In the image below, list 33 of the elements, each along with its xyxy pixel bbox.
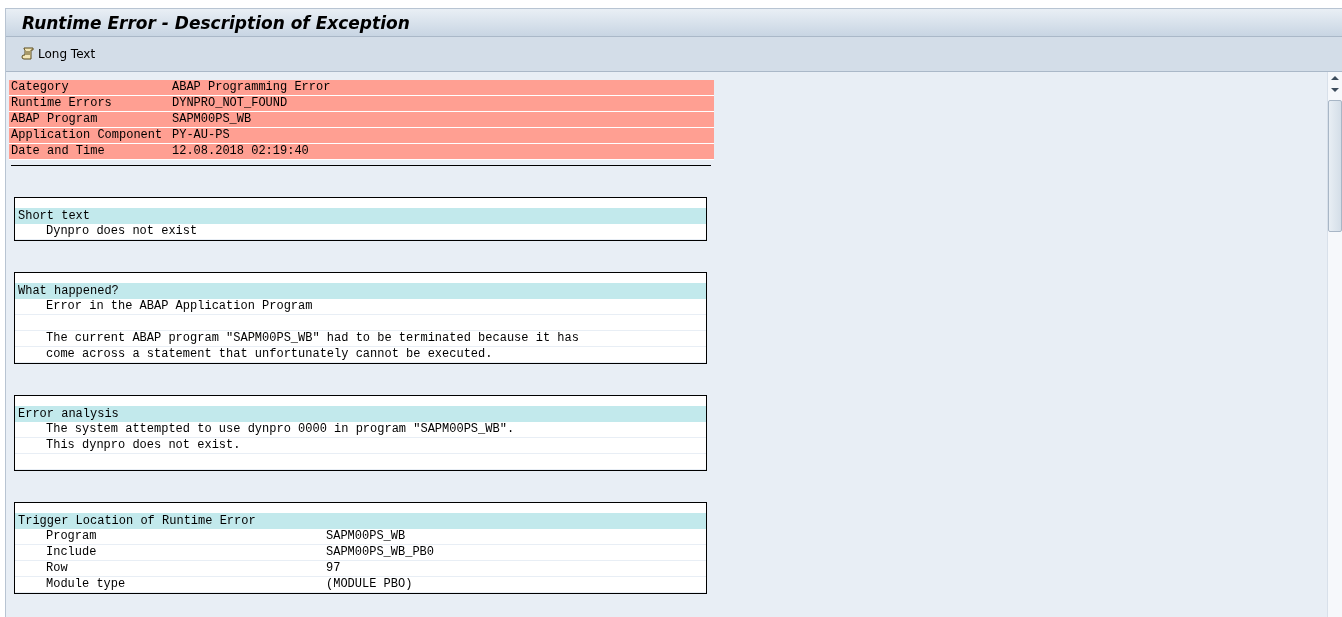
long-text-button[interactable]: Long Text: [18, 45, 99, 63]
text-line: come across a statement that unfortunately cannot be executed.: [15, 347, 706, 363]
field-label: ABAP Program: [11, 112, 99, 127]
field-value: DYNPRO_NOT_FOUND: [172, 96, 288, 111]
text-line: The current ABAP program "SAPM00PS_WB" had to be terminated because it has: [15, 331, 706, 347]
field-label: Include: [46, 545, 98, 560]
section-header: Short text: [15, 208, 706, 224]
field-value: ABAP Programming Error: [172, 80, 331, 95]
window-title: Runtime Error - Description of Exception: [22, 12, 410, 33]
field-label: Category: [11, 80, 70, 95]
field-label: Module type: [46, 577, 127, 592]
text-line: The system attempted to use dynpro 0000 in program "SAPM00PS_WB".: [15, 422, 706, 438]
field-label: Runtime Errors: [11, 96, 113, 111]
section-header: What happened?: [15, 283, 706, 299]
field-value: (MODULE PBO): [326, 577, 413, 592]
field-label: Application Component: [11, 128, 164, 143]
field-value: SAPM00PS_WB_PB0: [326, 545, 435, 560]
field-label: Date and Time: [11, 144, 106, 159]
field-value: 97: [326, 561, 341, 576]
text-line: This dynpro does not exist.: [15, 438, 706, 454]
field-value: PY-AU-PS: [172, 128, 230, 143]
field-label: Row: [46, 561, 69, 576]
scrollbar[interactable]: [1327, 72, 1342, 617]
scroll-icon: [21, 47, 35, 61]
section-header: Trigger Location of Runtime Error: [15, 513, 706, 529]
scroll-thumb[interactable]: [1328, 100, 1342, 232]
field-value: 12.08.2018 02:19:40: [172, 144, 309, 159]
field-value: SAPM00PS_WB: [326, 529, 406, 544]
section-header: Error analysis: [15, 406, 706, 422]
text-line: Error in the ABAP Application Program: [15, 299, 706, 315]
field-label: Program: [46, 529, 98, 544]
text-line: Dynpro does not exist: [15, 224, 706, 240]
field-value: SAPM00PS_WB: [172, 112, 252, 127]
